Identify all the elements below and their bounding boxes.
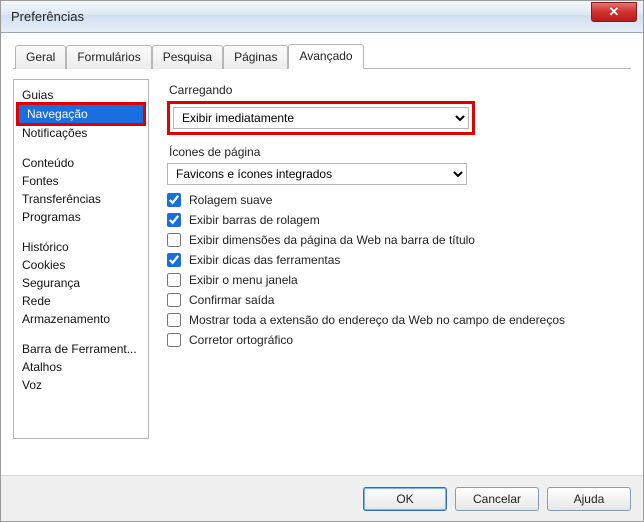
titlebar: Preferências ✕ [1,1,643,33]
nav-item-seguranca[interactable]: Segurança [14,274,148,292]
check-exibir-barras-box[interactable] [167,213,181,227]
close-icon: ✕ [609,5,620,18]
dialog-body: Geral Formulários Pesquisa Páginas Avanç… [1,33,643,475]
tab-avancado[interactable]: Avançado [288,44,363,69]
nav-group-4: Barra de Ferrament... Atalhos Voz [14,338,148,404]
check-mostrar-endereco-box[interactable] [167,313,181,327]
nav-item-voz[interactable]: Voz [14,376,148,394]
nav-item-conteudo[interactable]: Conteúdo [14,154,148,172]
tab-row: Geral Formulários Pesquisa Páginas Avanç… [13,43,631,69]
check-corretor-ortografico-box[interactable] [167,333,181,347]
check-dimensoes-titulo-box[interactable] [167,233,181,247]
check-menu-janela[interactable]: Exibir o menu janela [167,273,621,287]
nav-item-cookies[interactable]: Cookies [14,256,148,274]
close-button[interactable]: ✕ [591,2,637,22]
page-icons-label: Ícones de página [169,145,621,159]
nav-item-barra-ferramentas[interactable]: Barra de Ferrament... [14,340,148,358]
nav-item-programas[interactable]: Programas [14,208,148,226]
nav-item-historico[interactable]: Histórico [14,238,148,256]
ok-button[interactable]: OK [363,487,447,511]
check-confirmar-saida[interactable]: Confirmar saída [167,293,621,307]
nav-item-fontes[interactable]: Fontes [14,172,148,190]
nav-item-notificacoes[interactable]: Notificações [14,124,148,142]
window-title: Preferências [11,9,589,24]
highlight-box-nav: Navegação [16,102,146,126]
nav-group-2: Conteúdo Fontes Transferências Programas [14,152,148,236]
check-dicas-ferramentas[interactable]: Exibir dicas das ferramentas [167,253,621,267]
settings-panel: Carregando Exibir imediatamente Ícones d… [149,79,631,465]
loading-label: Carregando [169,83,621,97]
nav-item-navegacao[interactable]: Navegação [19,105,143,123]
check-rolagem-suave[interactable]: Rolagem suave [167,193,621,207]
highlight-box-select: Exibir imediatamente [167,101,475,135]
nav-item-rede[interactable]: Rede [14,292,148,310]
main-area: Guias Navegação Notificações Conteúdo Fo… [13,69,631,475]
check-confirmar-saida-box[interactable] [167,293,181,307]
cancel-button[interactable]: Cancelar [455,487,539,511]
nav-item-transferencias[interactable]: Transferências [14,190,148,208]
help-button[interactable]: Ajuda [547,487,631,511]
page-icons-select-wrap: Favicons e ícones integrados [167,163,467,185]
check-dimensoes-titulo[interactable]: Exibir dimensões da página da Web na bar… [167,233,621,247]
check-dicas-ferramentas-box[interactable] [167,253,181,267]
check-menu-janela-box[interactable] [167,273,181,287]
advanced-nav: Guias Navegação Notificações Conteúdo Fo… [13,79,149,439]
tab-geral[interactable]: Geral [15,45,66,69]
check-mostrar-endereco[interactable]: Mostrar toda a extensão do endereço da W… [167,313,621,327]
nav-group-3: Histórico Cookies Segurança Rede Armazen… [14,236,148,338]
tab-paginas[interactable]: Páginas [223,45,288,69]
check-corretor-ortografico[interactable]: Corretor ortográfico [167,333,621,347]
preferences-dialog: Preferências ✕ Geral Formulários Pesquis… [0,0,644,522]
nav-item-atalhos[interactable]: Atalhos [14,358,148,376]
nav-item-armazenamento[interactable]: Armazenamento [14,310,148,328]
page-icons-select[interactable]: Favicons e ícones integrados [167,163,467,185]
tab-pesquisa[interactable]: Pesquisa [152,45,223,69]
button-bar: OK Cancelar Ajuda [1,475,643,521]
checkbox-list: Rolagem suave Exibir barras de rolagem E… [167,193,621,347]
nav-group-1: Guias Navegação Notificações [14,84,148,152]
tab-formularios[interactable]: Formulários [66,45,151,69]
check-rolagem-suave-box[interactable] [167,193,181,207]
check-exibir-barras[interactable]: Exibir barras de rolagem [167,213,621,227]
loading-select[interactable]: Exibir imediatamente [173,107,469,129]
